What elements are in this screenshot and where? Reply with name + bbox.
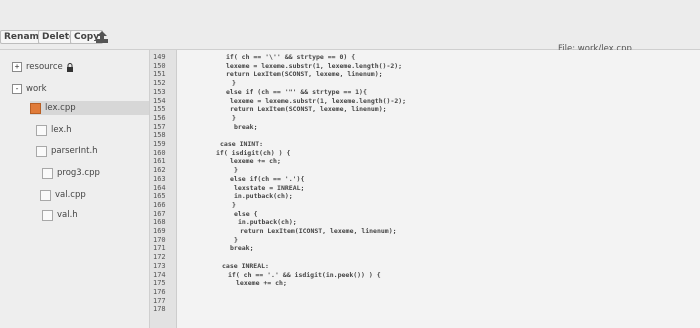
tree-file-lex-cpp[interactable]: lex.cpp (30, 101, 149, 115)
line-number: 174 (153, 270, 166, 279)
collapse-icon[interactable]: - (12, 84, 22, 94)
code-line[interactable]: else if(ch == '.'){ (230, 175, 304, 184)
tree-file-prog3-cpp[interactable]: prog3.cpp (42, 166, 100, 180)
tree-folder-label: work (26, 84, 47, 94)
code-line[interactable]: else if (ch == '"' && strtype == 1){ (226, 88, 367, 97)
code-line[interactable]: break; (230, 245, 253, 253)
line-number: 154 (153, 96, 166, 105)
line-number-gutter: 149 150 151 152 153 154 155 156 157 158 159 160 161 1… (150, 50, 177, 328)
code-line[interactable]: } (234, 236, 238, 245)
code-line[interactable]: lexeme = lexeme.substr(1, lexeme.length(… (226, 62, 402, 71)
code-editor[interactable]: 149 150 151 152 153 154 155 156 157 158 159 160 161 1… (150, 50, 700, 328)
line-number: 168 (153, 218, 166, 227)
code-line[interactable]: return LexItem(ICONST, lexeme, linenum); (240, 227, 397, 236)
line-number: 178 (153, 305, 166, 314)
code-line[interactable]: lexeme += ch; (236, 279, 287, 288)
file-icon (36, 145, 47, 157)
tree-file-label: val.h (57, 210, 78, 220)
file-icon (30, 102, 41, 114)
code-line[interactable]: return LexItem(SCONST, lexeme, linenum); (226, 71, 383, 79)
line-number: 155 (153, 105, 166, 114)
code-line[interactable]: lexeme += ch; (230, 158, 281, 166)
line-number: 164 (153, 183, 166, 192)
tree-file-label: parserInt.h (51, 146, 98, 156)
line-number: 165 (153, 192, 166, 201)
line-number: 171 (153, 244, 166, 253)
line-number: 150 (153, 61, 166, 70)
expand-icon[interactable]: + (12, 62, 22, 72)
line-number: 156 (153, 113, 166, 122)
line-number: 177 (153, 296, 166, 305)
code-line[interactable]: return LexItem(SCONST, lexeme, linenum); (230, 105, 387, 114)
line-number: 175 (153, 279, 166, 288)
tree-folder-resource[interactable]: + resource (12, 60, 74, 74)
tree-file-label: lex.cpp (45, 103, 76, 113)
tree-file-val-cpp[interactable]: val.cpp (40, 188, 86, 202)
line-number: 166 (153, 200, 166, 209)
tree-file-lex-h[interactable]: lex.h (36, 123, 72, 137)
code-line[interactable]: if( ch == '\'' && strtype == 0) { (226, 53, 355, 62)
tree-file-parserint-h[interactable]: parserInt.h (36, 144, 98, 158)
code-line[interactable]: } (232, 201, 236, 210)
line-number: 170 (153, 235, 166, 244)
code-line[interactable]: } (232, 79, 236, 88)
code-line[interactable]: if( isdigit(ch) ) { (216, 149, 290, 158)
code-line[interactable]: } (232, 114, 236, 123)
tree-folder-work[interactable]: - work (12, 82, 47, 96)
code-line[interactable]: case ININT: (220, 140, 263, 149)
upload-icon[interactable] (95, 30, 109, 44)
line-number: 160 (153, 148, 166, 157)
code-line[interactable]: break; (234, 123, 257, 132)
line-number: 162 (153, 166, 166, 175)
code-line[interactable]: case INREAL: (222, 262, 269, 271)
code-line[interactable]: lexstate = INREAL; (234, 184, 304, 193)
code-line[interactable]: else { (234, 210, 257, 219)
line-number: 176 (153, 287, 166, 296)
line-number: 158 (153, 131, 166, 140)
file-icon (40, 189, 51, 201)
line-number: 153 (153, 87, 166, 96)
line-number: 151 (153, 70, 166, 79)
line-number: 159 (153, 140, 166, 148)
code-line[interactable]: if( ch == '.' && isdigit(in.peek()) ) { (228, 271, 381, 280)
tree-file-label: prog3.cpp (57, 168, 100, 178)
tree-file-label: lex.h (51, 125, 72, 135)
file-tree-sidebar: + resource - work lex.cpp lex.h parserIn… (0, 50, 150, 328)
file-icon (42, 167, 53, 179)
tree-file-val-h[interactable]: val.h (42, 208, 78, 222)
line-number: 152 (153, 79, 166, 88)
code-line[interactable]: } (234, 166, 238, 175)
tree-file-label: val.cpp (55, 190, 86, 200)
file-icon (42, 209, 53, 221)
line-number: 163 (153, 174, 166, 183)
line-number: 157 (153, 122, 166, 131)
top-toolbar: Rename Delete Copy File: work/lex.cpp (0, 0, 700, 54)
tree-folder-label: resource (26, 62, 63, 72)
line-number: 161 (153, 157, 166, 166)
code-line[interactable]: in.putback(ch); (238, 219, 297, 227)
line-number: 149 (153, 53, 166, 61)
file-icon (36, 124, 47, 136)
lock-icon (66, 62, 73, 72)
line-number: 173 (153, 261, 166, 270)
line-number: 172 (153, 253, 166, 262)
code-line[interactable]: in.putback(ch); (234, 192, 293, 201)
code-line[interactable]: lexeme = lexeme.substr(1, lexeme.length(… (230, 97, 406, 106)
line-number: 169 (153, 227, 166, 235)
line-number: 167 (153, 209, 166, 218)
